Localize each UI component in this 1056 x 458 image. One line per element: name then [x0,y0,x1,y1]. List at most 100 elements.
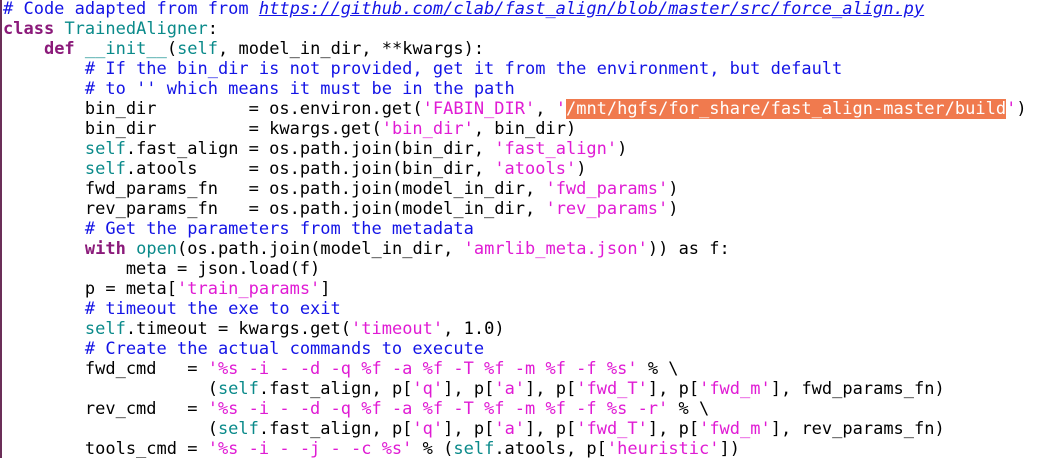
code-token: bin_dir = os.environ.get( [3,99,423,119]
code-line[interactable]: meta = json.load(f) [3,259,1027,279]
code-token: : [207,19,218,39]
code-line[interactable]: (self.fast_align, p['q'], p['a'], p['fwd… [3,379,1027,399]
code-token: self [217,419,259,439]
code-keyword: def [43,39,75,59]
code-comment: # Code adapted from from [3,0,259,19]
code-token: , model_in_dir, **kwargs): [218,39,485,59]
code-string: 'fwd_T' [576,379,648,399]
code-token: ) [1016,99,1027,119]
code-comment: # Create the actual commands to execute [84,339,485,359]
code-string: ' [1006,99,1017,119]
code-string: ' [555,99,566,119]
code-line[interactable]: class TrainedAligner: [3,19,1027,39]
code-token: .fast_align, p[ [258,419,413,439]
code-comment: # timeout the exe to exit [84,299,341,319]
code-token: ], p[ [647,379,700,399]
code-token: ], p[ [443,419,495,439]
code-token: meta = json.load(f) [3,259,321,279]
code-token: ], p[ [525,379,577,399]
code-token: ) [668,199,679,219]
code-token: ) [576,159,587,179]
code-token: ], fwd_params_fn) [770,379,945,399]
code-string: 'FABIN_DIR' [422,99,536,119]
code-string: 'bin_dir' [381,119,474,139]
code-keyword: class [3,19,55,39]
code-token: ] [320,279,331,299]
code-token: ], p[ [647,419,700,439]
code-string: 'a' [494,379,526,399]
code-line[interactable]: fwd_cmd = '%s -i - -d -q %f -a %f -T %f … [3,359,1027,379]
code-token: (os.path.join(model_in_dir, [177,239,464,259]
code-token: )) as f: [647,239,730,259]
code-line[interactable]: # Create the actual commands to execute [3,339,1027,359]
code-line[interactable]: # Get the parameters from the metadata [3,219,1027,239]
code-token: self [453,439,495,458]
code-line[interactable]: self.fast_align = os.path.join(bin_dir, … [3,139,1027,159]
code-line[interactable]: self.atools = os.path.join(bin_dir, 'ato… [3,159,1027,179]
code-line[interactable]: bin_dir = kwargs.get('bin_dir', bin_dir) [3,119,1027,139]
code-token: , [535,99,556,119]
code-token: __init__ [84,39,167,59]
code-string: 'rev_params' [545,199,669,219]
code-string: 'q' [412,419,444,439]
code-line[interactable]: # If the bin_dir is not provided, get it… [3,59,1027,79]
code-line[interactable]: # Code adapted from from https://github.… [3,0,1027,19]
code-string: 'amrlib_meta.json' [463,239,648,259]
code-line[interactable]: p = meta['train_params'] [3,279,1027,299]
code-text-area[interactable]: # Code adapted from from https://github.… [3,0,1027,458]
code-token: self [217,379,259,399]
editor-left-border [0,0,2,458]
code-line[interactable]: def __init__(self, model_in_dir, **kwarg… [3,39,1027,59]
code-string: 'fwd_m' [699,419,771,439]
code-line[interactable]: self.timeout = kwargs.get('timeout', 1.0… [3,319,1027,339]
code-line[interactable]: rev_cmd = '%s -i - -d -q %f -a %f -T %f … [3,399,1027,419]
code-comment: # Get the parameters from the metadata [84,219,474,239]
code-token: % \ [668,399,710,419]
code-keyword: with [84,239,126,259]
code-string: 'q' [412,379,444,399]
code-line[interactable]: with open(os.path.join(model_in_dir, 'am… [3,239,1027,259]
code-token: bin_dir = kwargs.get( [3,119,382,139]
code-string: 'timeout' [351,319,444,339]
code-line[interactable]: bin_dir = os.environ.get('FABIN_DIR', '/… [3,99,1027,119]
code-token: rev_cmd = [3,399,208,419]
code-token: p = meta[ [3,279,177,299]
code-token: .atools, p[ [494,439,607,458]
code-line[interactable]: fwd_params_fn = os.path.join(model_in_di… [3,179,1027,199]
code-token: self [84,159,126,179]
code-line[interactable]: (self.fast_align, p['q'], p['a'], p['fwd… [3,419,1027,439]
code-string: 'fwd_m' [699,379,771,399]
code-token: ( [3,379,218,399]
code-line[interactable]: tools_cmd = '%s -i - -j - -c %s' % (self… [3,439,1027,458]
code-string: 'heuristic' [606,439,720,458]
code-token: rev_params_fn = os.path.join(model_in_di… [3,199,546,219]
code-token: .fast_align, p[ [258,379,413,399]
code-token: TrainedAligner [64,19,208,39]
code-token: tools_cmd = [3,439,208,458]
code-string: 'a' [494,419,526,439]
code-token: fwd_cmd = [3,359,208,379]
code-token: % \ [637,359,679,379]
code-editor[interactable]: # Code adapted from from https://github.… [0,0,1056,458]
code-token: ], p[ [525,419,577,439]
code-line[interactable]: # to '' which means it must be in the pa… [3,79,1027,99]
code-token: % ( [412,439,454,458]
code-token: fwd_params_fn = os.path.join(model_in_di… [3,179,546,199]
code-token: .atools = os.path.join(bin_dir, [125,159,495,179]
code-line[interactable]: # timeout the exe to exit [3,299,1027,319]
code-string: 'fwd_params' [545,179,669,199]
code-string: 'fast_align' [494,139,618,159]
code-line[interactable]: rev_params_fn = os.path.join(model_in_di… [3,199,1027,219]
comment-url-link[interactable]: https://github.com/clab/fast_align/blob/… [259,0,924,19]
code-string: '%s -i - -j - -c %s' [207,439,413,458]
